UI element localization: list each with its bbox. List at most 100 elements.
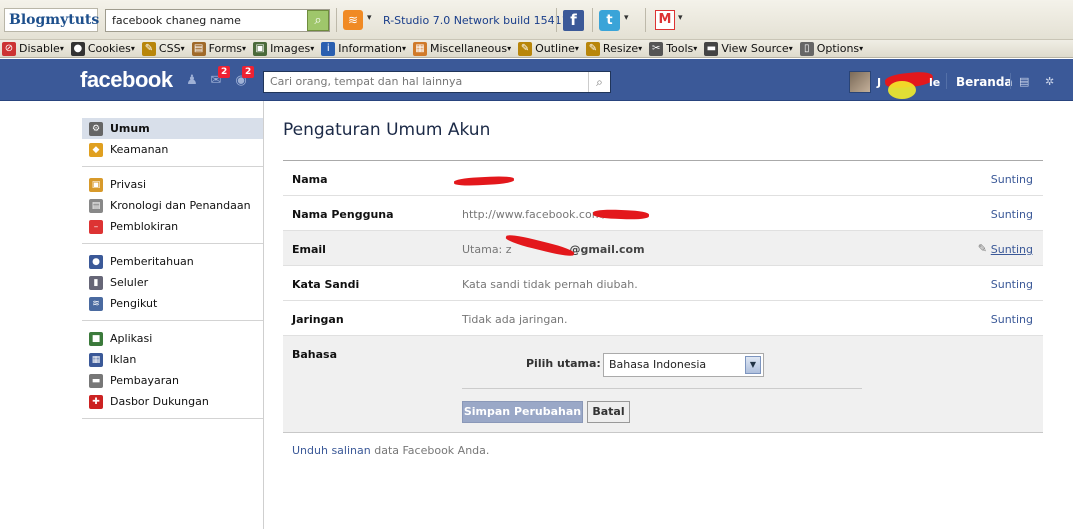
browser-toolbar: Blogmytuts facebook chaneg name ⌕ ≋ ▾ R-…: [0, 0, 1073, 40]
pencil-icon[interactable]: ✎: [978, 242, 987, 255]
devbar-menu-forms[interactable]: ▤ Forms ▾: [191, 41, 246, 56]
edit-link[interactable]: Sunting: [991, 278, 1033, 291]
avatar[interactable]: [849, 71, 871, 93]
sidebar-item-icon: ◆: [89, 142, 103, 157]
edit-link[interactable]: Sunting: [991, 173, 1033, 186]
chevron-down-icon[interactable]: ▾: [367, 13, 372, 23]
rss-feed-title[interactable]: R-Studio 7.0 Network build 154111: [383, 14, 576, 27]
facebook-header: facebook ♟ ✉ 2 ◉ 2 Cari orang, tempat da…: [0, 59, 1073, 101]
devbar-menu-css[interactable]: ✎ CSS ▾: [141, 41, 185, 56]
settings-row-jaringan[interactable]: Jaringan Tidak ada jaringan. Sunting: [283, 301, 1043, 336]
header-divider: [1010, 73, 1011, 89]
rss-icon[interactable]: ≋: [343, 10, 363, 30]
sidebar-item-seluler[interactable]: ▮ Seluler: [82, 272, 263, 293]
sidebar-item-icon: ▮: [89, 275, 103, 290]
facebook-icon[interactable]: f: [563, 10, 584, 31]
devbar-menu-label: Miscellaneous: [429, 42, 508, 55]
twitter-icon[interactable]: t: [599, 10, 620, 31]
settings-row-nama-pengguna[interactable]: Nama Pengguna http://www.facebook.com/Sun…: [283, 196, 1043, 231]
chevron-down-icon[interactable]: ▾: [678, 13, 683, 23]
sidebar-item-icon: ✚: [89, 394, 103, 409]
chevron-down-icon: ▾: [180, 44, 185, 53]
facebook-search-input[interactable]: Cari orang, tempat dan hal lainnya: [263, 71, 611, 93]
devbar-menu-images[interactable]: ▣ Images ▾: [253, 41, 314, 56]
sidebar-item-label: Aplikasi: [110, 332, 153, 345]
settings-row-email[interactable]: Email Utama: z @gmail.com ✎ Sunting: [283, 231, 1043, 266]
sidebar-item-aplikasi[interactable]: ■ Aplikasi: [82, 328, 263, 349]
sidebar-item-pembayaran[interactable]: ▬ Pembayaran: [82, 370, 263, 391]
sidebar-item-dasbor-dukungan[interactable]: ✚ Dasbor Dukungan: [82, 391, 263, 412]
devbar-icon: ⊘: [2, 41, 16, 56]
toolbar-divider: [645, 8, 646, 32]
edit-link[interactable]: Sunting: [991, 313, 1033, 326]
devbar-menu-resize[interactable]: ✎ Resize ▾: [585, 41, 642, 56]
sidebar-item-pemblokiran[interactable]: – Pemblokiran: [82, 216, 263, 237]
messages-badge: 2: [218, 66, 231, 78]
devbar-menu-information[interactable]: i Information ▾: [321, 41, 406, 56]
devbar-menu-label: Information: [338, 42, 402, 55]
download-link[interactable]: Unduh salinan: [292, 444, 371, 457]
settings-row-kata-sandi[interactable]: Kata Sandi Kata sandi tidak pernah diubah…: [283, 266, 1043, 301]
sidebar-item-pemberitahuan[interactable]: ● Pemberitahuan: [82, 251, 263, 272]
settings-row-value: Tidak ada jaringan.: [462, 313, 568, 326]
chevron-down-icon[interactable]: ▼: [745, 356, 761, 374]
edit-link[interactable]: Sunting: [991, 208, 1033, 221]
edit-link[interactable]: Sunting: [991, 243, 1033, 256]
sidebar-item-label: Seluler: [110, 276, 149, 289]
language-select[interactable]: Bahasa Indonesia ▼: [603, 353, 764, 377]
sidebar-item-iklan[interactable]: ▦ Iklan: [82, 349, 263, 370]
devbar-menu-label: Images: [270, 42, 311, 55]
settings-sidebar: ⚙ Umum ◆ Keamanan ▣ Privasi ▤ Kronologi dan Pen…: [82, 118, 263, 426]
search-icon[interactable]: ⌕: [307, 10, 329, 31]
devbar-menu-label: Forms: [208, 42, 243, 55]
devbar-icon: i: [321, 41, 336, 56]
devbar-icon: ✎: [141, 41, 156, 56]
devbar-menu-cookies[interactable]: ● Cookies ▾: [70, 41, 135, 56]
settings-main: Pengaturan Umum Akun Nama Sunting Nama Pen…: [283, 118, 1043, 433]
search-icon[interactable]: ⌕: [588, 72, 610, 92]
sidebar-item-label: Privasi: [110, 178, 147, 191]
friend-requests-icon[interactable]: ♟: [184, 74, 200, 88]
home-link[interactable]: Beranda: [956, 75, 1013, 89]
devbar-menu-outline[interactable]: ✎ Outline ▾: [518, 41, 579, 56]
toolbar-divider: [336, 8, 337, 32]
settings-row-label: Nama: [292, 173, 328, 186]
devbar-icon: ✎: [585, 41, 600, 56]
settings-value-text: Kata sandi tidak pernah diubah.: [462, 278, 638, 291]
gear-icon[interactable]: ✲: [1045, 75, 1054, 88]
devbar-icon: ✂: [649, 41, 664, 56]
settings-row-label: Jaringan: [292, 313, 344, 326]
user-name-prefix[interactable]: J: [877, 76, 881, 89]
devbar-menu-miscellaneous[interactable]: ▦ Miscellaneous ▾: [412, 41, 511, 56]
settings-row-label: Kata Sandi: [292, 278, 360, 291]
devbar-menu-label: Tools: [666, 42, 694, 55]
language-label: Bahasa: [292, 348, 338, 361]
sidebar-item-icon: –: [89, 219, 103, 234]
privacy-shortcuts-icon[interactable]: ▤: [1019, 75, 1029, 88]
sidebar-item-umum[interactable]: ⚙ Umum: [82, 118, 263, 139]
notifications-badge: 2: [242, 66, 255, 78]
settings-row-nama[interactable]: Nama Sunting: [283, 161, 1043, 196]
devbar-menu-tools[interactable]: ✂ Tools ▾: [649, 41, 697, 56]
devbar-menu-view-source[interactable]: ▬ View Source ▾: [704, 41, 793, 56]
devbar-menu-options[interactable]: ▯ Options ▾: [799, 41, 863, 56]
sidebar-item-keamanan[interactable]: ◆ Keamanan: [82, 139, 263, 160]
sidebar-item-icon: ▣: [89, 177, 103, 192]
sidebar-item-kronologi-dan-penandaan[interactable]: ▤ Kronologi dan Penandaan: [82, 195, 263, 216]
gmail-icon[interactable]: M: [655, 10, 675, 30]
sidebar-item-pengikut[interactable]: ≋ Pengikut: [82, 293, 263, 314]
devbar-menu-label: Cookies: [87, 42, 131, 55]
user-name-suffix[interactable]: le: [929, 76, 940, 89]
devbar-menu-label: Options: [816, 42, 860, 55]
sidebar-item-privasi[interactable]: ▣ Privasi: [82, 174, 263, 195]
facebook-logo[interactable]: facebook: [80, 67, 173, 93]
redaction-mark: [453, 175, 515, 187]
sidebar-item-label: Pemberitahuan: [110, 255, 194, 268]
devbar-menu-disable[interactable]: ⊘ Disable ▾: [2, 41, 64, 56]
toolbar-search-input[interactable]: facebook chaneg name: [105, 9, 330, 32]
settings-row-value: Kata sandi tidak pernah diubah.: [462, 278, 638, 291]
chevron-down-icon[interactable]: ▾: [624, 13, 629, 23]
sidebar-item-label: Pembayaran: [110, 374, 179, 387]
cancel-button[interactable]: Batal: [587, 401, 630, 423]
save-changes-button[interactable]: Simpan Perubahan: [462, 401, 583, 423]
